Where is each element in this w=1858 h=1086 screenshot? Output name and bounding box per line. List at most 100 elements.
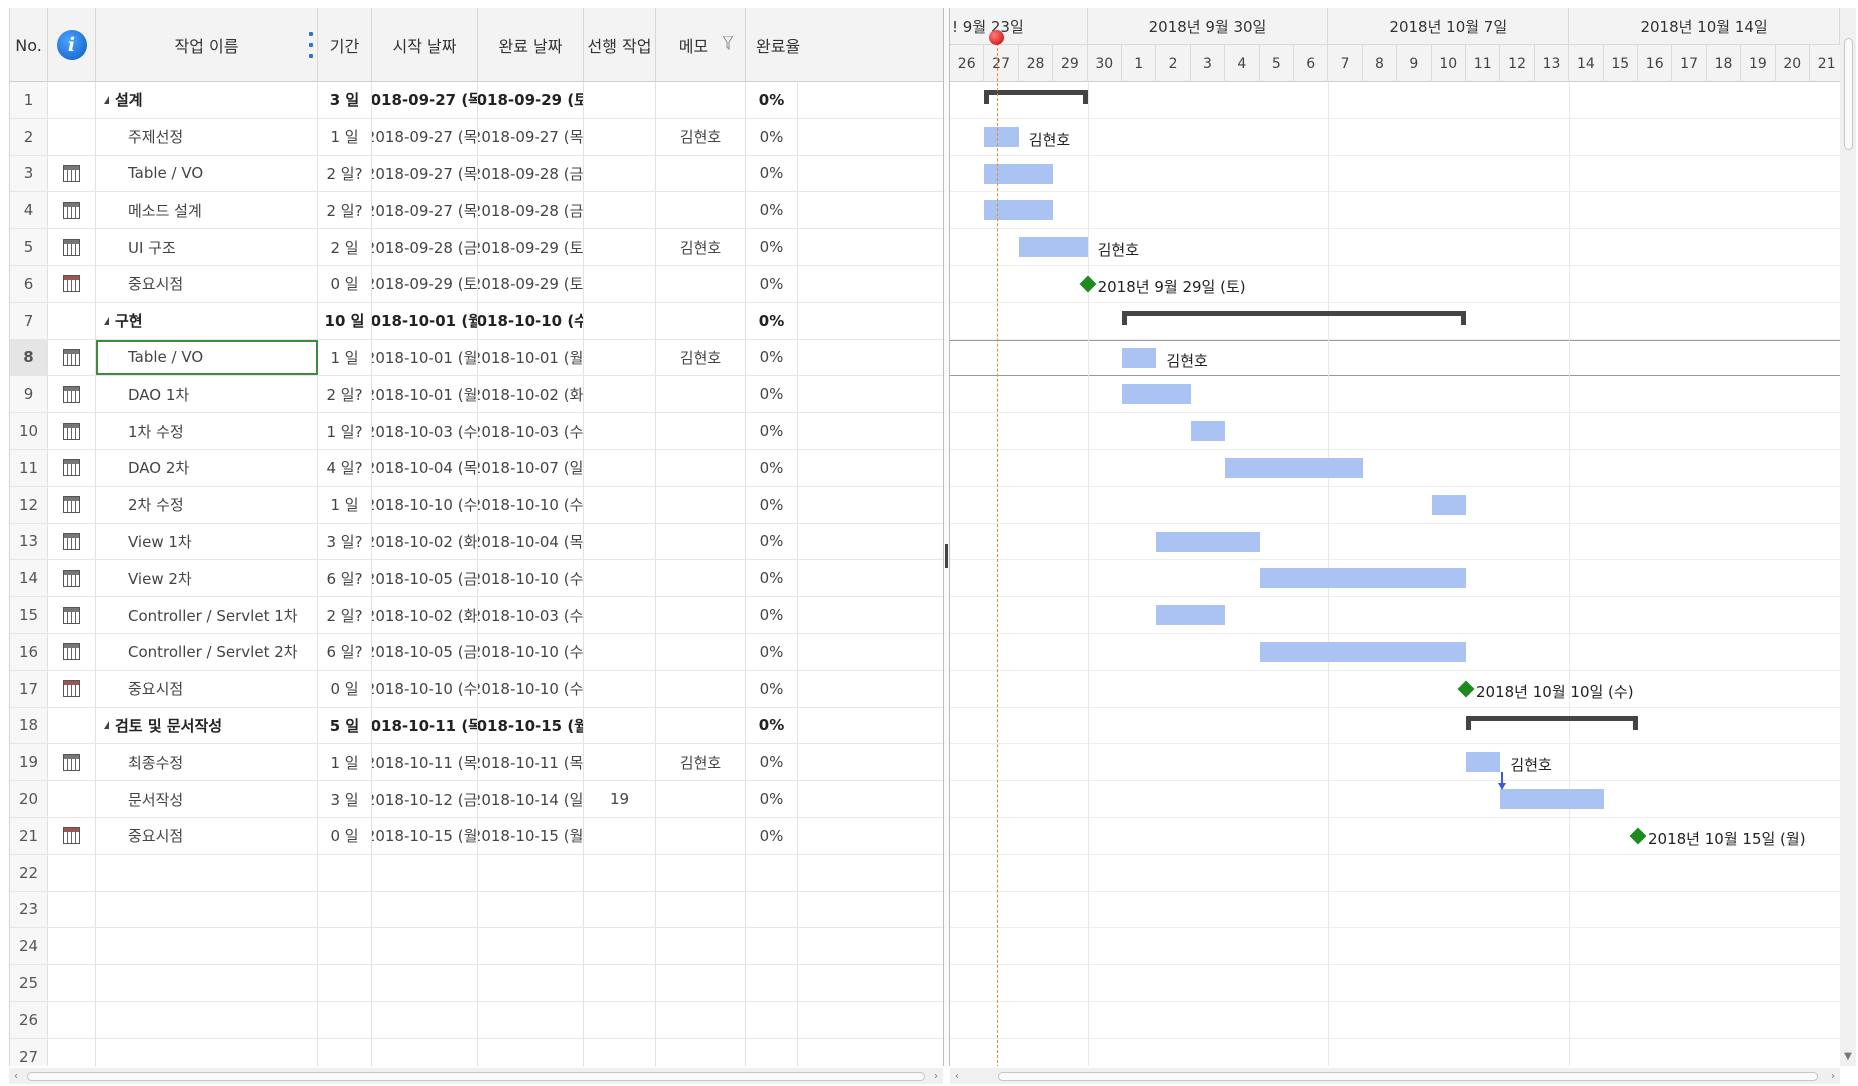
cell-memo[interactable] — [656, 1038, 746, 1066]
col-header-predecessor[interactable]: 선행 작업 — [584, 8, 656, 82]
table-row[interactable]: 17 중요시점 0 일 2018-10-10 (수) 2018-10-10 (수) 0% — [10, 670, 943, 708]
today-marker[interactable] — [989, 30, 1004, 45]
cell-pred[interactable] — [584, 376, 656, 413]
cell-memo[interactable] — [656, 486, 746, 523]
table-row[interactable]: 16 Controller / Servlet 2차 6 일? 2018-10-05 … — [10, 634, 943, 671]
cell-no[interactable]: 19 — [10, 744, 48, 781]
cell-pred[interactable] — [584, 413, 656, 449]
cell-pred[interactable] — [584, 670, 656, 707]
cell-pred[interactable] — [584, 965, 656, 1001]
table-row[interactable]: 14 View 2차 6 일? 2018-10-05 (금) 2018-10-10 (수… — [10, 560, 943, 598]
task-bar[interactable] — [1122, 384, 1191, 405]
cell-name[interactable] — [96, 891, 318, 928]
cell-dur[interactable]: 2 일 — [318, 229, 372, 265]
task-bar[interactable] — [1259, 642, 1466, 662]
cell-start[interactable]: 2018-10-11 (목) — [372, 744, 478, 781]
cell-pred[interactable] — [584, 82, 656, 118]
cell-icon[interactable] — [48, 1038, 96, 1066]
table-row[interactable]: 4 메소드 설계 2 일? 2018-09-27 (목) 2018-09-28 (금) 0… — [10, 192, 943, 230]
cell-memo[interactable] — [656, 560, 746, 597]
cell-pred[interactable] — [584, 450, 656, 486]
cell-dur[interactable]: 1 일 — [318, 744, 372, 781]
cell-start[interactable]: 2018-09-28 (금) — [372, 229, 478, 265]
task-bar[interactable] — [1018, 237, 1088, 258]
cell-memo[interactable]: 김현호 — [656, 339, 746, 376]
cell-end[interactable] — [478, 965, 584, 1001]
col-header-duration[interactable]: 기간 — [318, 8, 372, 82]
cell-name[interactable] — [96, 854, 318, 891]
cell-end[interactable]: 2018-10-14 (일) — [478, 781, 584, 817]
cell-no[interactable]: 9 — [10, 376, 48, 413]
task-bar[interactable] — [1156, 531, 1260, 552]
table-row[interactable]: 8 Table / VO 1 일 2018-10-01 (월) 2018-10-01 (… — [10, 339, 943, 377]
cell-pred[interactable] — [584, 854, 656, 891]
cell-icon[interactable] — [48, 376, 96, 413]
cell-no[interactable]: 23 — [10, 891, 48, 928]
cell-pct[interactable]: 0% — [746, 486, 798, 523]
cell-start[interactable] — [372, 928, 478, 965]
cell-name[interactable]: 중요시점 — [96, 670, 318, 707]
cell-start[interactable]: 2018-10-05 (금) — [372, 634, 478, 670]
cell-dur[interactable]: 5 일 — [318, 707, 372, 744]
cell-name[interactable]: Controller / Servlet 2차 — [96, 634, 318, 670]
pane-splitter[interactable] — [943, 8, 950, 1066]
cell-end[interactable]: 2018-10-10 (수) — [478, 560, 584, 597]
collapse-triangle-icon[interactable] — [104, 95, 109, 104]
cell-end[interactable]: 2018-10-04 (목) — [478, 523, 584, 560]
cell-start[interactable]: 2018-10-05 (금) — [372, 560, 478, 597]
col-header-complete[interactable]: 완료율 — [746, 8, 943, 82]
cell-end[interactable]: 2018-09-28 (금) — [478, 192, 584, 229]
cell-dur[interactable]: 2 일? — [318, 597, 372, 633]
cell-memo[interactable] — [656, 413, 746, 449]
cell-pred[interactable] — [584, 486, 656, 523]
vertical-scroll-thumb[interactable] — [1844, 38, 1853, 150]
cell-icon[interactable] — [48, 229, 96, 265]
cell-start[interactable]: 2018-10-15 (월) — [372, 818, 478, 854]
cell-end[interactable]: 2018-10-10 (수) — [478, 302, 584, 339]
cell-memo[interactable] — [656, 854, 746, 891]
cell-memo[interactable] — [656, 818, 746, 854]
cell-icon[interactable] — [48, 523, 96, 560]
task-bar[interactable] — [1500, 789, 1604, 810]
cell-memo[interactable] — [656, 965, 746, 1001]
cell-memo[interactable] — [656, 928, 746, 965]
vertical-scrollbar[interactable]: ▼ — [1840, 8, 1856, 1066]
cell-start[interactable]: 2018-10-10 (수) — [372, 670, 478, 707]
cell-start[interactable]: 2018-09-27 (목) — [372, 82, 478, 118]
cell-pred[interactable] — [584, 634, 656, 670]
cell-pct[interactable]: 0% — [746, 192, 798, 229]
table-row[interactable]: 22 — [10, 854, 943, 892]
cell-no[interactable]: 7 — [10, 302, 48, 339]
cell-no[interactable]: 16 — [10, 634, 48, 670]
cell-icon[interactable] — [48, 302, 96, 339]
task-bar[interactable] — [984, 200, 1054, 221]
cell-memo[interactable] — [656, 891, 746, 928]
grid-scroll-left-icon[interactable]: ‹ — [9, 1068, 23, 1084]
cell-memo[interactable] — [656, 376, 746, 413]
cell-pct[interactable]: 0% — [746, 744, 798, 781]
cell-icon[interactable] — [48, 965, 96, 1001]
cell-end[interactable]: 2018-10-10 (수) — [478, 634, 584, 670]
gantt-scroll-right-icon[interactable]: › — [1826, 1068, 1840, 1084]
cell-dur[interactable]: 0 일 — [318, 818, 372, 854]
cell-pct[interactable]: 0% — [746, 266, 798, 302]
cell-pct[interactable] — [746, 965, 798, 1001]
cell-no[interactable]: 26 — [10, 1002, 48, 1038]
cell-pct[interactable]: 0% — [746, 597, 798, 633]
cell-end[interactable]: 2018-10-03 (수) — [478, 597, 584, 633]
cell-pred[interactable]: 19 — [584, 781, 656, 817]
cell-dur[interactable]: 3 일 — [318, 82, 372, 118]
cell-icon[interactable] — [48, 597, 96, 633]
table-row[interactable]: 7 구현 10 일2018-10-01 (월)2018-10-10 (수) 0% — [10, 302, 943, 340]
gantt-horizontal-scroll-thumb[interactable] — [998, 1072, 1818, 1081]
cell-pred[interactable] — [584, 339, 656, 376]
cell-pct[interactable]: 0% — [746, 155, 798, 192]
cell-dur[interactable]: 2 일? — [318, 155, 372, 192]
cell-start[interactable]: 2018-10-12 (금) — [372, 781, 478, 817]
cell-pct[interactable]: 0% — [746, 376, 798, 413]
cell-name[interactable] — [96, 965, 318, 1001]
cell-pred[interactable] — [584, 118, 656, 155]
cell-name[interactable]: 주제선정 — [96, 118, 318, 155]
cell-memo[interactable] — [656, 155, 746, 192]
cell-icon[interactable] — [48, 192, 96, 229]
